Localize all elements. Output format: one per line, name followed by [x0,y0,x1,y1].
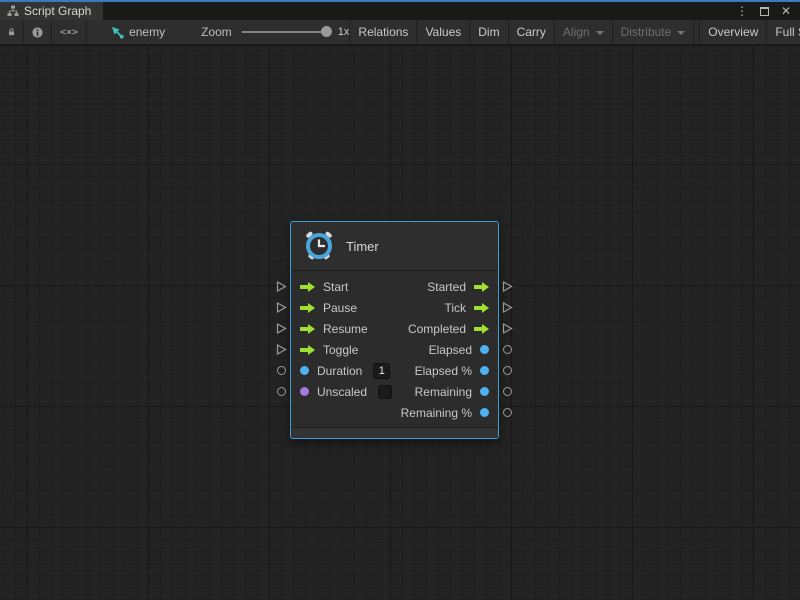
alarm-clock-icon [303,230,335,262]
unscaled-checkbox[interactable] [378,385,392,399]
output-port-completed[interactable]: Completed [408,322,489,336]
zoom-control: Zoom 1x [201,20,349,44]
zoom-slider[interactable] [242,25,330,39]
dim-button[interactable]: Dim [470,20,508,44]
outer-value-port-unscaled[interactable] [277,387,286,396]
value-port-icon [480,366,489,375]
outer-flow-port-pause[interactable] [276,302,287,313]
flow-arrow-icon [300,345,315,355]
value-port-icon [480,345,489,354]
carry-button[interactable]: Carry [509,20,555,44]
graph-hierarchy-icon [7,5,19,17]
breadcrumb[interactable]: enemy [111,20,165,44]
port-row: Pause Tick [291,297,498,318]
close-icon[interactable]: ✕ [778,3,794,19]
window-controls: ⋮ ✕ [734,2,800,20]
flow-arrow-icon [474,303,489,313]
input-port-toggle[interactable]: Toggle [300,343,358,357]
toolbar-buttons: Relations Values Dim Carry Align Distrib… [349,20,800,44]
zoom-label: Zoom [201,25,232,39]
maximize-icon[interactable] [756,3,772,19]
port-row: Duration Elapsed % [291,360,498,381]
window-menu-icon[interactable]: ⋮ [734,3,750,19]
node-footer-expander[interactable] [291,427,498,438]
outer-value-port-remaining[interactable] [503,387,512,396]
script-graph-window: Script Graph ⋮ ✕ <×> [0,0,800,600]
node-body: Start Started Pause Tick [291,271,498,427]
outer-value-port-duration[interactable] [277,366,286,375]
zoom-slider-track [242,31,330,33]
port-row: Toggle Elapsed [291,339,498,360]
outer-flow-port-started[interactable] [502,281,513,292]
relations-button[interactable]: Relations [349,20,417,44]
output-port-tick[interactable]: Tick [444,301,489,315]
port-row: Start Started [291,276,498,297]
breadcrumb-label: enemy [129,25,165,39]
outer-flow-port-tick[interactable] [502,302,513,313]
overview-button[interactable]: Overview [699,20,767,44]
zoom-value: 1x [338,26,350,38]
chevron-down-icon [677,31,685,35]
output-port-elapsed[interactable]: Elapsed [429,343,489,357]
info-button[interactable] [24,20,52,44]
input-port-resume[interactable]: Resume [300,322,368,336]
align-dropdown: Align [555,20,613,44]
outer-flow-port-resume[interactable] [276,323,287,334]
outer-value-port-elapsed[interactable] [503,345,512,354]
input-port-pause[interactable]: Pause [300,301,357,315]
flow-arrow-icon [300,282,315,292]
input-port-duration[interactable]: Duration [300,363,390,379]
edit-source-button[interactable]: <×> [52,20,87,44]
zoom-slider-handle[interactable] [321,26,332,37]
info-icon [32,26,43,39]
outer-value-port-remaining-percent[interactable] [503,408,512,417]
input-port-unscaled[interactable]: Unscaled [300,385,392,399]
port-row: Resume Completed [291,318,498,339]
outer-flow-port-completed[interactable] [502,323,513,334]
tab-title: Script Graph [24,4,91,18]
outer-flow-port-toggle[interactable] [276,344,287,355]
value-port-icon [480,408,489,417]
lock-button[interactable] [0,20,24,44]
port-row: Unscaled Remaining [291,381,498,402]
flow-arrow-icon [300,303,315,313]
value-port-icon [300,366,309,375]
timer-node[interactable]: Timer Start Started Pause [290,221,499,439]
output-port-elapsed-percent[interactable]: Elapsed % [415,364,489,378]
outer-flow-port-start[interactable] [276,281,287,292]
tab-bar: Script Graph ⋮ ✕ [0,2,800,20]
bool-port-icon [300,387,309,396]
output-port-started[interactable]: Started [427,280,489,294]
script-graph-asset-icon [111,26,124,39]
lock-icon [8,26,15,38]
values-button[interactable]: Values [417,20,470,44]
node-title: Timer [346,239,379,254]
graph-canvas[interactable]: Timer Start Started Pause [0,46,800,600]
tab-script-graph[interactable]: Script Graph [0,2,103,20]
output-port-remaining[interactable]: Remaining [415,385,489,399]
fullscreen-button[interactable]: Full Screen [767,20,800,44]
output-port-remaining-percent[interactable]: Remaining % [401,406,489,420]
value-port-icon [480,387,489,396]
timer-node-header[interactable]: Timer [291,222,498,271]
flow-arrow-icon [474,282,489,292]
port-row: Remaining % [291,402,498,423]
flow-arrow-icon [300,324,315,334]
graph-toolbar: <×> enemy Zoom 1x Relations Values Dim C… [0,20,800,45]
flow-arrow-icon [474,324,489,334]
distribute-dropdown: Distribute [613,20,695,44]
input-port-start[interactable]: Start [300,280,348,294]
chevron-down-icon [596,31,604,35]
outer-value-port-elapsed-percent[interactable] [503,366,512,375]
duration-value-input[interactable] [373,363,390,379]
